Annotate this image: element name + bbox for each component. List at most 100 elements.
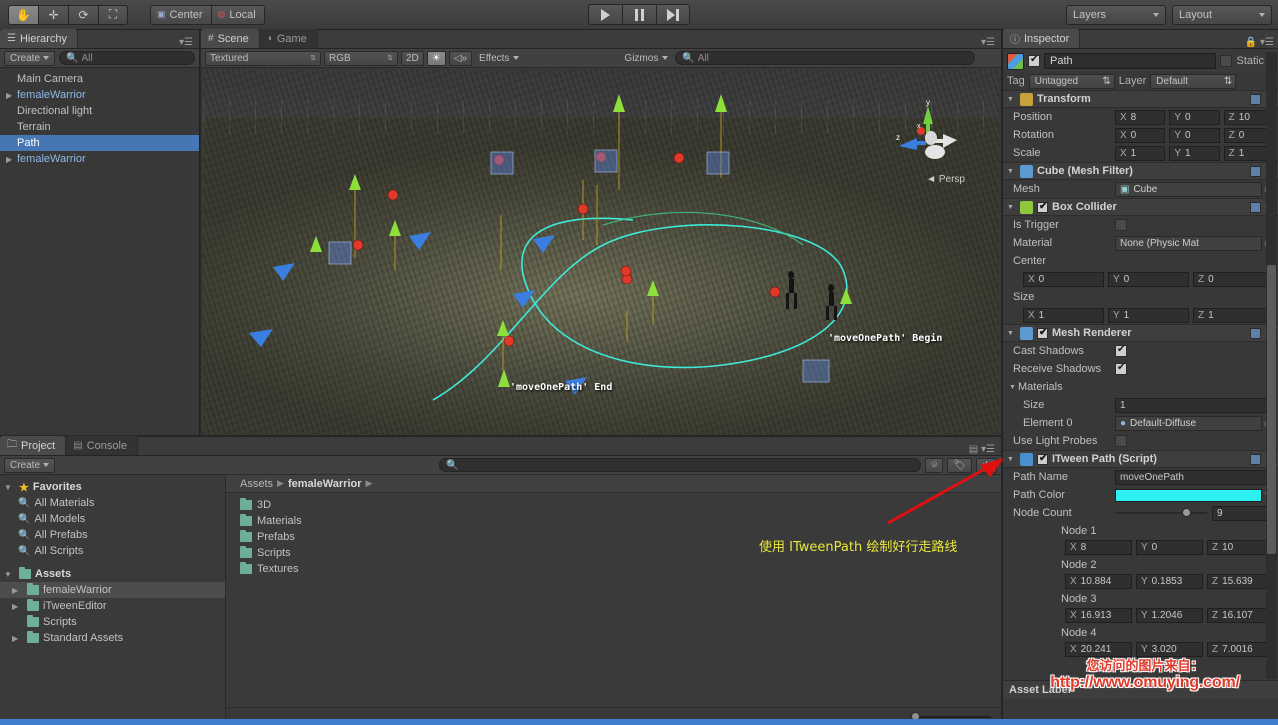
node-count-slider[interactable] — [1115, 508, 1207, 517]
path-color-swatch[interactable] — [1115, 488, 1262, 502]
chevron-right-icon[interactable]: ▶ — [12, 634, 23, 643]
collider-material-field[interactable]: None (Physic Mat — [1115, 235, 1262, 251]
meshrenderer-component-header[interactable]: ▼ Mesh Renderer ⚙ — [1003, 324, 1278, 342]
hierarchy-item[interactable]: Directional light — [0, 103, 199, 119]
node-x-field[interactable]: X 20.241 — [1065, 642, 1132, 657]
itweenpath-component-header[interactable]: ▼ ITween Path (Script) ⚙ — [1003, 450, 1278, 468]
node-z-field[interactable]: Z 10 — [1207, 540, 1274, 555]
meshfilter-component-header[interactable]: ▼ Cube (Mesh Filter) ⚙ — [1003, 162, 1278, 180]
tab-inspector[interactable]: ⓘ Inspector — [1003, 29, 1081, 48]
asset-tree-item[interactable]: Scripts — [0, 614, 225, 630]
boxcollider-enabled-checkbox[interactable] — [1037, 201, 1048, 213]
hierarchy-item[interactable]: Main Camera — [0, 71, 199, 87]
tab-scene[interactable]: # Scene — [201, 29, 260, 48]
move-tool-button[interactable]: ✛ — [38, 4, 68, 25]
light-probes-checkbox[interactable] — [1115, 435, 1127, 447]
scene-search-input[interactable]: 🔍 All — [675, 51, 976, 65]
help-icon[interactable] — [1250, 453, 1262, 465]
center-y-field[interactable]: Y0 — [1108, 271, 1189, 287]
path-name-input[interactable]: moveOnePath — [1115, 469, 1274, 485]
play-button[interactable] — [588, 4, 622, 25]
is-trigger-checkbox[interactable] — [1115, 219, 1127, 231]
object-name-input[interactable]: Path — [1044, 53, 1217, 69]
asset-tree-item[interactable]: ▶ iTweenEditor — [0, 598, 225, 614]
node-x-field[interactable]: X 10.884 — [1065, 574, 1132, 589]
tab-game[interactable]: ◖ Game — [259, 29, 318, 48]
asset-tree-item[interactable]: ▶ Standard Assets — [0, 630, 225, 646]
node-y-field[interactable]: Y 1.2046 — [1136, 608, 1203, 623]
favorites-header[interactable]: ▼ ★ Favorites — [0, 479, 225, 495]
node-count-field[interactable]: 9 — [1212, 505, 1274, 521]
toggle-2d-button[interactable]: 2D — [401, 50, 424, 66]
asset-tree-item[interactable]: ▶ femaleWarrior — [0, 582, 225, 598]
space-mode-button[interactable]: ◍ Local — [210, 4, 265, 25]
help-icon[interactable] — [1250, 165, 1262, 177]
node-z-field[interactable]: Z 16.107 — [1207, 608, 1274, 623]
transform-component-header[interactable]: ▼ Transform ⚙ — [1003, 90, 1278, 108]
center-x-field[interactable]: X0 — [1023, 271, 1104, 287]
transform-y-field[interactable]: Y0 — [1169, 127, 1220, 143]
favorite-item[interactable]: 🔍 All Models — [0, 511, 225, 527]
materials-size-field[interactable]: 1 — [1115, 397, 1274, 413]
receive-shadows-checkbox[interactable] — [1115, 362, 1127, 375]
rotate-tool-button[interactable]: ⟳ — [68, 4, 98, 25]
help-icon[interactable] — [1250, 201, 1262, 213]
object-enabled-checkbox[interactable] — [1028, 54, 1040, 67]
boxcollider-component-header[interactable]: ▼ Box Collider ⚙ — [1003, 198, 1278, 216]
asset-label-bar[interactable]: Asset Label — [1003, 680, 1278, 699]
gizmos-dropdown[interactable]: Gizmos — [620, 51, 672, 66]
project-panel-menu[interactable]: ▤ ▾☰ — [969, 444, 1001, 455]
materials-row[interactable]: ▼ Materials — [1003, 378, 1278, 396]
element0-field[interactable]: ● Default-Diffuse — [1115, 415, 1262, 431]
node-y-field[interactable]: Y 3.020 — [1136, 642, 1203, 657]
breadcrumb-root[interactable]: Assets — [240, 478, 273, 490]
hierarchy-search-input[interactable]: 🔍 All — [59, 51, 195, 65]
chevron-right-icon[interactable]: ▶ — [6, 91, 17, 100]
hierarchy-item[interactable]: Path — [0, 135, 199, 151]
center-z-field[interactable]: Z0 — [1193, 271, 1274, 287]
node-z-field[interactable]: Z 15.639 — [1207, 574, 1274, 589]
scene-panel-menu[interactable]: ▾☰ — [981, 37, 1001, 48]
project-create-button[interactable]: Create — [4, 457, 56, 473]
favorite-item[interactable]: 🔍 All Prefabs — [0, 527, 225, 543]
node-z-field[interactable]: Z 7.0016 — [1207, 642, 1274, 657]
itweenpath-enabled-checkbox[interactable] — [1037, 453, 1048, 465]
node-y-field[interactable]: Y0 — [1136, 540, 1203, 555]
layers-dropdown[interactable]: Layers — [1066, 5, 1166, 25]
help-icon[interactable] — [1250, 327, 1262, 339]
tab-console[interactable]: ▤ Console — [66, 436, 139, 455]
perspective-toggle[interactable]: ◄ Persp — [926, 174, 965, 185]
chevron-right-icon[interactable]: ▶ — [6, 155, 17, 164]
static-checkbox[interactable] — [1220, 55, 1233, 67]
node-x-field[interactable]: X8 — [1065, 540, 1132, 555]
transform-x-field[interactable]: X1 — [1115, 145, 1166, 161]
transform-y-field[interactable]: Y0 — [1169, 109, 1220, 125]
pause-button[interactable] — [622, 4, 656, 25]
create-button[interactable]: Create — [4, 50, 56, 66]
scene-viewport[interactable]: 'moveOnePath' End 'moveOnePath' Begin y … — [203, 70, 999, 434]
hierarchy-item[interactable]: ▶ femaleWarrior — [0, 87, 199, 103]
effects-dropdown[interactable]: Effects — [475, 51, 523, 66]
node-y-field[interactable]: Y 0.1853 — [1136, 574, 1203, 589]
hierarchy-panel-menu[interactable]: ▾☰ — [179, 37, 199, 48]
meshrenderer-enabled-checkbox[interactable] — [1037, 327, 1048, 339]
inspector-lock-menu[interactable]: 🔒 ▾☰ — [1245, 37, 1278, 48]
transform-x-field[interactable]: X0 — [1115, 127, 1166, 143]
cast-shadows-checkbox[interactable] — [1115, 344, 1127, 357]
tab-hierarchy[interactable]: ☰ Hierarchy — [0, 29, 79, 48]
transform-y-field[interactable]: Y1 — [1169, 145, 1220, 161]
draw-mode-dropdown[interactable]: Textured ⇅ — [205, 50, 321, 66]
thumbnail-zoom-slider[interactable] — [911, 711, 991, 721]
transform-x-field[interactable]: X8 — [1115, 109, 1166, 125]
chevron-right-icon[interactable]: ▶ — [12, 586, 23, 595]
layer-dropdown[interactable]: Default ⇅ — [1150, 73, 1237, 89]
layout-dropdown[interactable]: Layout — [1172, 5, 1272, 25]
size-y-field[interactable]: Y1 — [1108, 307, 1189, 323]
help-icon[interactable] — [1250, 93, 1262, 105]
hierarchy-item[interactable]: ▶ femaleWarrior — [0, 151, 199, 167]
tab-project[interactable]: 🗀 Project — [0, 436, 67, 455]
favorite-item[interactable]: 🔍 All Scripts — [0, 543, 225, 559]
pivot-mode-button[interactable]: ▣ Center — [150, 4, 211, 25]
folder-list-item[interactable]: Textures — [240, 561, 1001, 577]
hand-tool-button[interactable]: ✋ — [8, 4, 38, 25]
